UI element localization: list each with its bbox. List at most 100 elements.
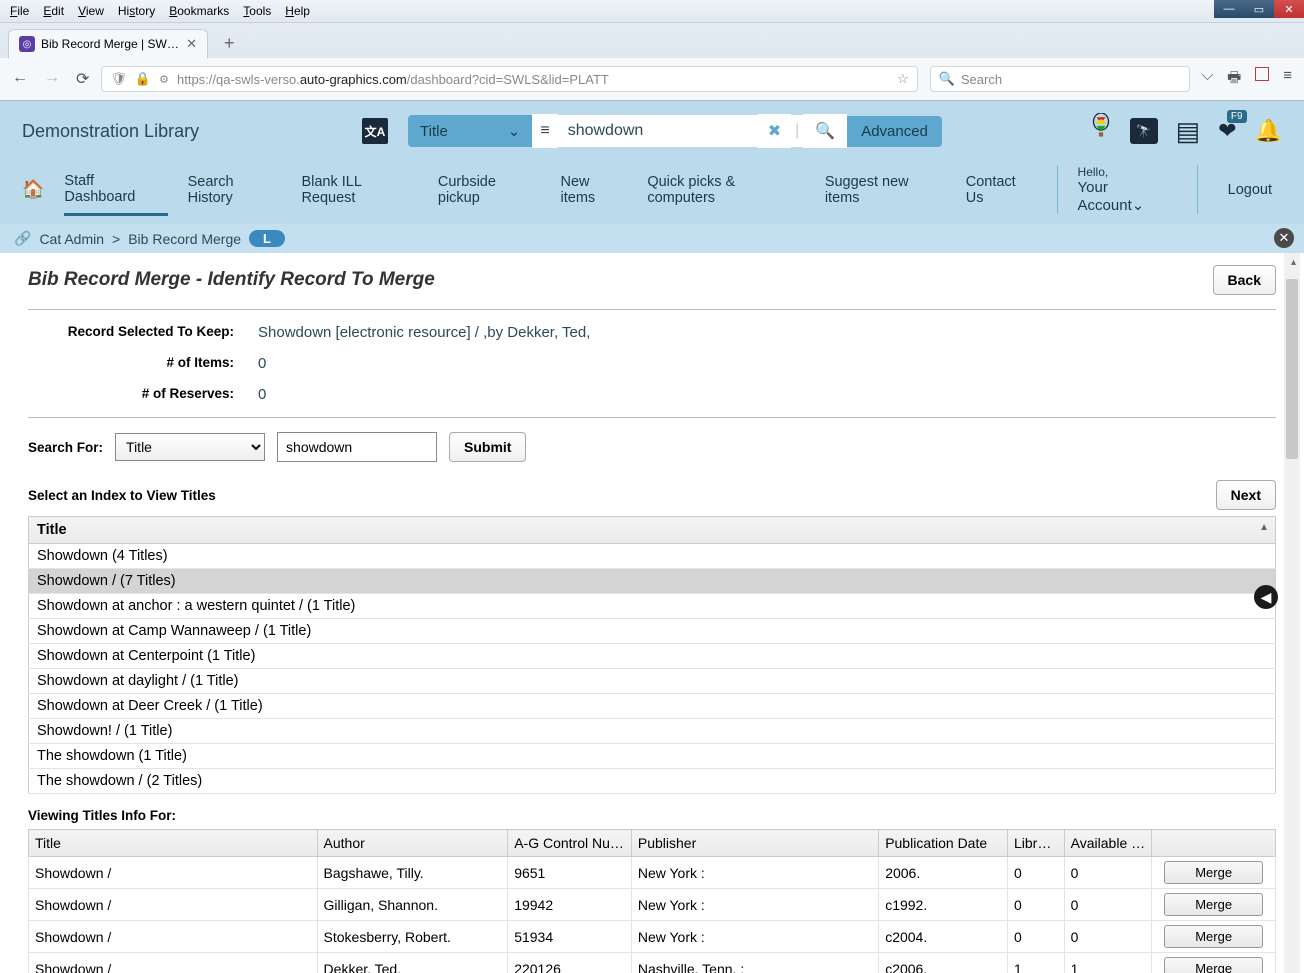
- scroll-up-icon[interactable]: ▴: [1291, 257, 1296, 268]
- table-cell: New York :: [631, 921, 878, 953]
- search-type-dropdown[interactable]: Title ⌄: [408, 115, 532, 147]
- browser-menu-bar: File Edit View History Bookmarks Tools H…: [0, 0, 1304, 23]
- menu-bookmarks[interactable]: Bookmarks: [163, 2, 235, 20]
- table-cell: c2006.: [879, 953, 1008, 973]
- browser-tab[interactable]: ◎ Bib Record Merge | SWLS | platt ✕: [8, 29, 208, 58]
- permissions-icon: ⚙: [159, 73, 169, 86]
- titles-header-cell[interactable]: A-G Control Num...: [508, 830, 632, 857]
- titles-header-cell[interactable]: Publisher: [631, 830, 878, 857]
- forward-button[interactable]: →: [44, 69, 60, 89]
- scroll-thumb[interactable]: [1286, 279, 1298, 459]
- index-row[interactable]: The showdown (1 Title): [29, 744, 1276, 769]
- maximize-button[interactable]: ▭: [1244, 0, 1274, 18]
- merge-button[interactable]: Merge: [1164, 861, 1263, 884]
- favorites-icon[interactable]: ❤F9: [1218, 118, 1236, 144]
- minimize-button[interactable]: —: [1214, 0, 1244, 18]
- list-view-icon[interactable]: ▤: [1176, 116, 1201, 147]
- search-go-icon[interactable]: 🔍: [803, 114, 847, 148]
- index-row[interactable]: Showdown at Centerpoint (1 Title): [29, 644, 1276, 669]
- nav-suggest[interactable]: Suggest new items: [825, 174, 946, 206]
- search-for-input[interactable]: [277, 432, 437, 462]
- close-window-button[interactable]: ✕: [1274, 0, 1304, 18]
- hamburger-menu-icon[interactable]: ≡: [1283, 67, 1292, 92]
- clear-search-icon[interactable]: ✖: [758, 114, 791, 148]
- print-icon[interactable]: 🖶: [1227, 67, 1241, 92]
- balloon-icon[interactable]: [1090, 113, 1112, 149]
- browser-search-box[interactable]: 🔍 Search: [930, 66, 1190, 92]
- catalog-search-input[interactable]: [558, 115, 758, 147]
- tab-title: Bib Record Merge | SWLS | platt: [41, 37, 180, 51]
- url-field[interactable]: 🛡 🔒 ⚙ https://qa-swls-verso.auto-graphic…: [101, 66, 917, 92]
- table-row: Showdown /Bagshawe, Tilly.9651New York :…: [29, 857, 1276, 889]
- merge-button[interactable]: Merge: [1164, 957, 1263, 973]
- menu-view[interactable]: View: [72, 2, 110, 20]
- merge-button[interactable]: Merge: [1164, 925, 1263, 948]
- menu-file[interactable]: File: [4, 2, 35, 20]
- pocket-icon[interactable]: ⌵: [1202, 67, 1213, 92]
- nav-search-history[interactable]: Search History: [188, 174, 282, 206]
- menu-tools[interactable]: Tools: [237, 2, 277, 20]
- menu-edit[interactable]: Edit: [37, 2, 70, 20]
- chevron-down-icon: ⌄: [1132, 197, 1145, 214]
- close-tab-icon[interactable]: ✕: [186, 36, 197, 52]
- titles-header-cell[interactable]: Available It...: [1064, 830, 1152, 857]
- security-badge-icon[interactable]: [1255, 67, 1269, 81]
- nav-staff-dashboard[interactable]: Staff Dashboard: [64, 173, 167, 216]
- collapse-panel-icon[interactable]: ◀: [1254, 585, 1278, 609]
- index-row[interactable]: Showdown at daylight / (1 Title): [29, 669, 1276, 694]
- index-row[interactable]: The showdown / (2 Titles): [29, 769, 1276, 794]
- titles-header-cell[interactable]: Library...: [1008, 830, 1065, 857]
- titles-header-cell[interactable]: [1152, 830, 1276, 857]
- table-row: Showdown /Stokesberry, Robert.51934New Y…: [29, 921, 1276, 953]
- index-row[interactable]: Showdown / (7 Titles): [29, 569, 1276, 594]
- close-panel-icon[interactable]: ✕: [1274, 228, 1294, 248]
- titles-header-cell[interactable]: Publication Date: [879, 830, 1008, 857]
- reload-button[interactable]: ⟳: [76, 69, 89, 89]
- binoculars-icon[interactable]: 🔭: [1130, 118, 1158, 144]
- back-button[interactable]: Back: [1213, 265, 1276, 295]
- database-icon[interactable]: ≡: [532, 114, 557, 148]
- advanced-search-button[interactable]: Advanced: [847, 116, 942, 147]
- back-button[interactable]: ←: [12, 69, 28, 89]
- search-for-type-select[interactable]: Title: [115, 433, 265, 461]
- search-for-row: Search For: Title Submit: [28, 432, 1276, 462]
- nav-blank-ill[interactable]: Blank ILL Request: [301, 174, 417, 206]
- titles-header-cell[interactable]: Title: [29, 830, 318, 857]
- bookmark-star-icon[interactable]: ☆: [897, 71, 909, 87]
- nav-curbside[interactable]: Curbside pickup: [438, 174, 541, 206]
- nav-new-items[interactable]: New items: [561, 174, 628, 206]
- table-cell: 0: [1008, 857, 1065, 889]
- new-tab-button[interactable]: +: [216, 33, 243, 54]
- url-prefix: https://qa-swls-verso.: [177, 72, 300, 87]
- index-header[interactable]: Title▲: [29, 517, 1276, 544]
- menu-history[interactable]: History: [112, 2, 161, 20]
- table-cell: Stokesberry, Robert.: [317, 921, 508, 953]
- logout-link[interactable]: Logout: [1218, 182, 1282, 198]
- account-block[interactable]: Hello, Your Account⌄: [1057, 165, 1198, 214]
- submit-button[interactable]: Submit: [449, 432, 526, 462]
- index-row[interactable]: Showdown at Camp Wannaweep / (1 Title): [29, 619, 1276, 644]
- breadcrumb-part-1[interactable]: Cat Admin: [39, 231, 104, 247]
- table-cell: c2004.: [879, 921, 1008, 953]
- notifications-icon[interactable]: 🔔: [1255, 118, 1282, 144]
- table-cell: c1992.: [879, 889, 1008, 921]
- index-row[interactable]: Showdown (4 Titles): [29, 544, 1276, 569]
- breadcrumb-separator: >: [112, 231, 120, 247]
- index-row[interactable]: Showdown at Deer Creek / (1 Title): [29, 694, 1276, 719]
- app-header: Demonstration Library 文A Title ⌄ ≡ ✖ | 🔍…: [0, 101, 1304, 224]
- menu-help[interactable]: Help: [279, 2, 316, 20]
- table-cell: 0: [1008, 889, 1065, 921]
- home-icon[interactable]: 🏠: [22, 179, 44, 200]
- next-button[interactable]: Next: [1216, 480, 1276, 510]
- index-row[interactable]: Showdown at anchor : a western quintet /…: [29, 594, 1276, 619]
- titles-header-cell[interactable]: Author: [317, 830, 508, 857]
- nav-quick-picks[interactable]: Quick picks & computers: [647, 174, 804, 206]
- merge-button[interactable]: Merge: [1164, 893, 1263, 916]
- shield-icon: 🛡: [110, 71, 127, 87]
- scrollbar[interactable]: ▴: [1284, 253, 1300, 973]
- breadcrumb-part-2[interactable]: Bib Record Merge: [128, 231, 241, 247]
- translate-icon[interactable]: 文A: [362, 118, 388, 144]
- index-row[interactable]: Showdown! / (1 Title): [29, 719, 1276, 744]
- nav-contact[interactable]: Contact Us: [966, 174, 1037, 206]
- items-value: 0: [258, 355, 1276, 372]
